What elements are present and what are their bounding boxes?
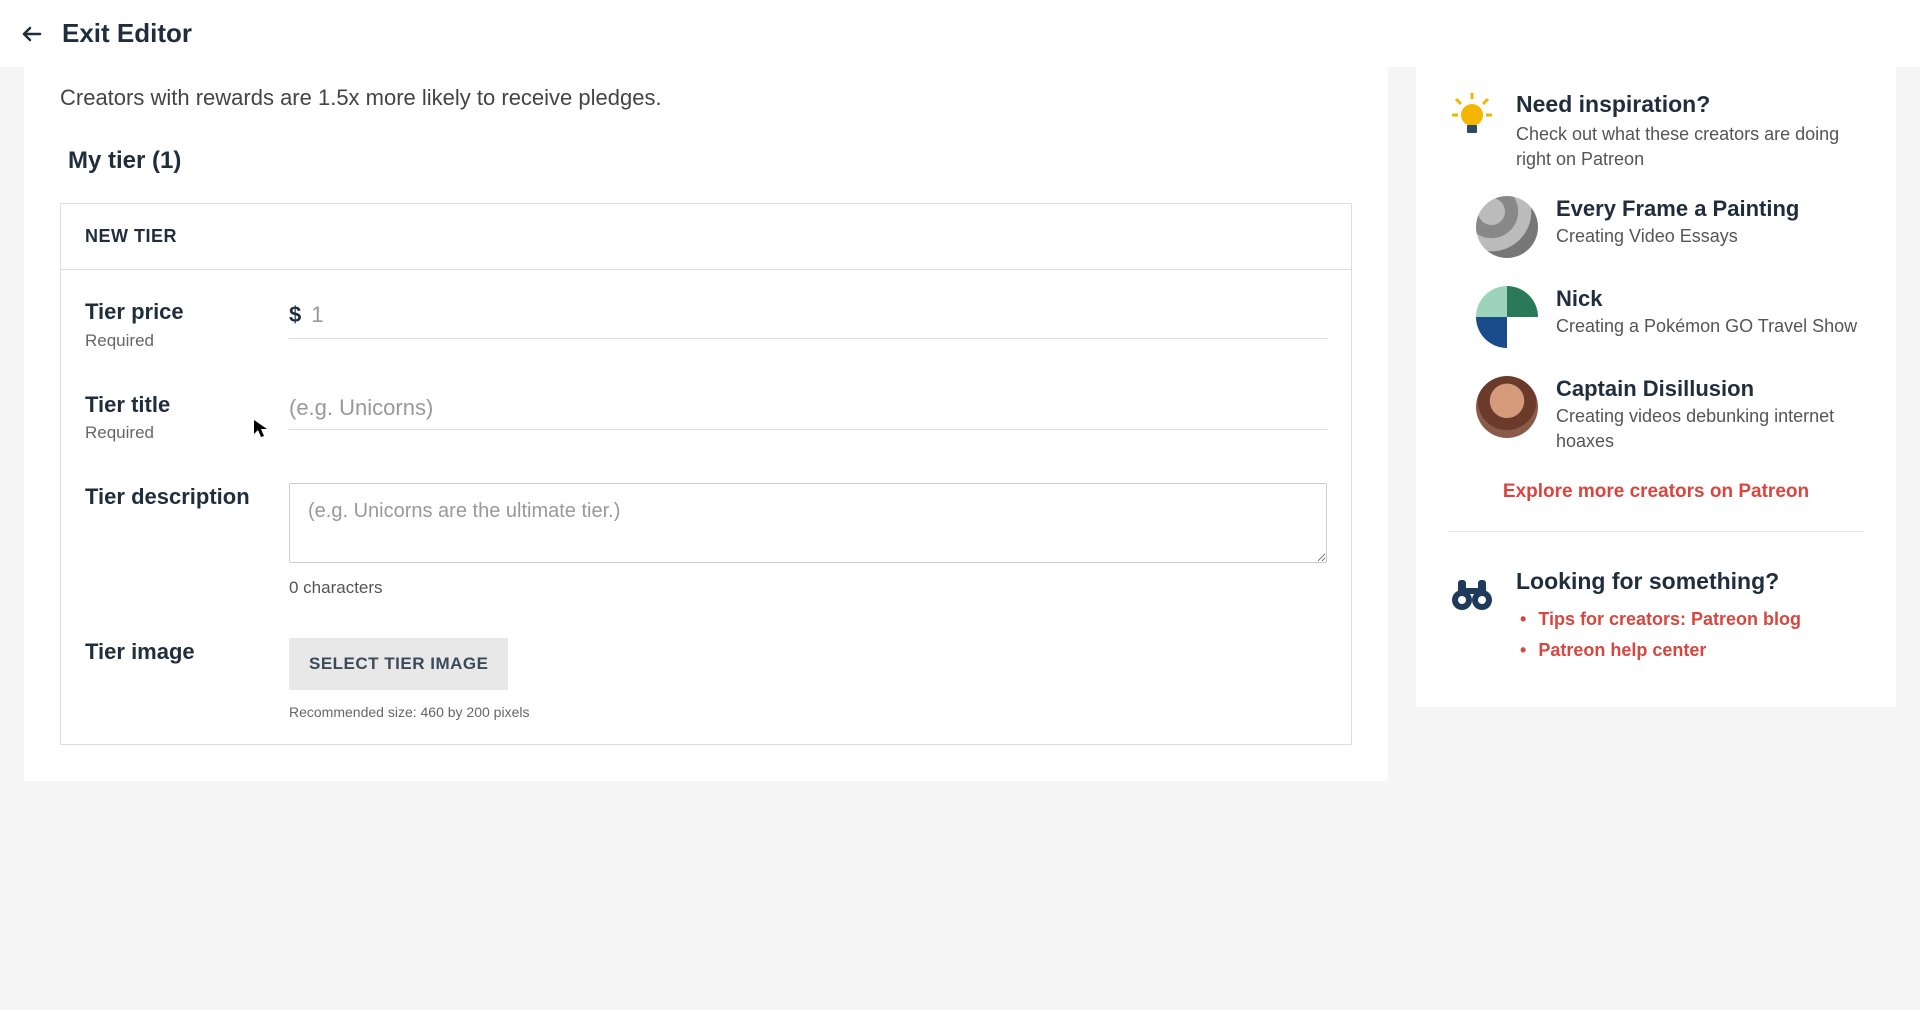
avatar bbox=[1476, 196, 1538, 258]
tier-card-header: NEW TIER bbox=[61, 204, 1351, 270]
back-arrow-icon[interactable] bbox=[20, 22, 44, 46]
inspiration-sub: Check out what these creators are doing … bbox=[1516, 122, 1864, 172]
tips-blog-link[interactable]: •Tips for creators: Patreon blog bbox=[1520, 609, 1801, 630]
creator-name: Every Frame a Painting bbox=[1556, 196, 1799, 222]
new-tier-label: NEW TIER bbox=[85, 226, 1327, 247]
tier-card: NEW TIER Tier price Required $ bbox=[60, 203, 1352, 745]
tiers-heading: My tier (1) bbox=[60, 147, 1352, 175]
select-tier-image-button[interactable]: SELECT TIER IMAGE bbox=[289, 638, 508, 690]
tier-price-required: Required bbox=[85, 331, 265, 351]
creator-desc: Creating a Pokémon GO Travel Show bbox=[1556, 314, 1857, 338]
creator-item[interactable]: Captain Disillusion Creating videos debu… bbox=[1476, 376, 1864, 453]
main-panel: Creators with rewards are 1.5x more like… bbox=[24, 67, 1388, 781]
rewards-subtitle: Creators with rewards are 1.5x more like… bbox=[60, 67, 1352, 147]
creator-desc: Creating Video Essays bbox=[1556, 224, 1799, 248]
tier-description-row: Tier description 0 characters bbox=[85, 483, 1327, 598]
avatar bbox=[1476, 286, 1538, 348]
creator-name: Nick bbox=[1556, 286, 1857, 312]
looking-block: Looking for something? •Tips for creator… bbox=[1448, 568, 1864, 671]
tier-description-label: Tier description bbox=[85, 483, 265, 512]
image-size-hint: Recommended size: 460 by 200 pixels bbox=[289, 704, 1327, 720]
tier-description-input[interactable] bbox=[289, 483, 1327, 563]
explore-creators-link[interactable]: Explore more creators on Patreon bbox=[1448, 481, 1864, 532]
bullet-icon: • bbox=[1520, 609, 1526, 630]
tier-price-row: Tier price Required $ bbox=[85, 298, 1327, 351]
looking-title: Looking for something? bbox=[1516, 568, 1801, 595]
tier-price-label: Tier price bbox=[85, 298, 265, 327]
creator-item[interactable]: Every Frame a Painting Creating Video Es… bbox=[1476, 196, 1864, 258]
tier-price-input[interactable] bbox=[311, 298, 1327, 332]
tier-title-row: Tier title Required bbox=[85, 391, 1327, 444]
binoculars-icon bbox=[1448, 568, 1496, 616]
creator-item[interactable]: Nick Creating a Pokémon GO Travel Show bbox=[1476, 286, 1864, 348]
tier-image-label: Tier image bbox=[85, 638, 265, 667]
top-header: Exit Editor bbox=[0, 0, 1920, 67]
character-count: 0 characters bbox=[289, 578, 1327, 598]
tier-title-label: Tier title bbox=[85, 391, 265, 420]
help-center-link[interactable]: •Patreon help center bbox=[1520, 640, 1801, 661]
inspiration-block: Need inspiration? Check out what these c… bbox=[1448, 91, 1864, 532]
tier-image-row: Tier image SELECT TIER IMAGE Recommended… bbox=[85, 638, 1327, 720]
avatar bbox=[1476, 376, 1538, 438]
inspiration-title: Need inspiration? bbox=[1516, 91, 1864, 118]
bullet-icon: • bbox=[1520, 640, 1526, 661]
tier-title-required: Required bbox=[85, 423, 265, 443]
creator-desc: Creating videos debunking internet hoaxe… bbox=[1556, 404, 1864, 453]
creator-name: Captain Disillusion bbox=[1556, 376, 1864, 402]
currency-symbol: $ bbox=[289, 302, 301, 328]
tier-title-input[interactable] bbox=[289, 391, 1327, 425]
sidebar: Need inspiration? Check out what these c… bbox=[1416, 67, 1896, 707]
lightbulb-icon bbox=[1448, 91, 1496, 139]
exit-editor-label[interactable]: Exit Editor bbox=[62, 18, 192, 49]
